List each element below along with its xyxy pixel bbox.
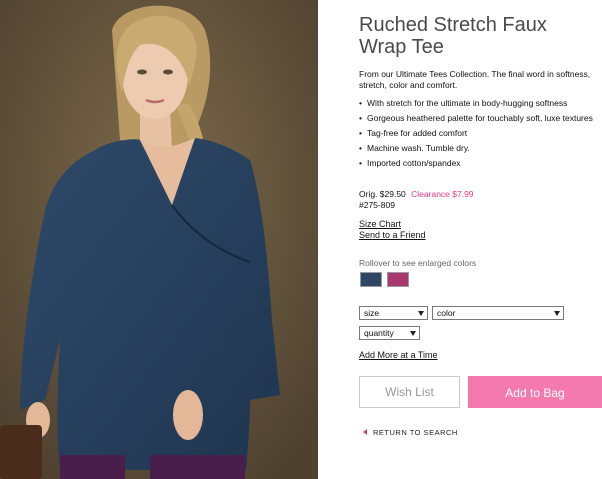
add-to-bag-button[interactable]: Add to Bag [468, 376, 602, 408]
price-line: Orig. $29.50 Clearance $7.99 [359, 189, 474, 199]
chevron-down-icon [554, 311, 560, 316]
color-swatch-berry[interactable] [387, 272, 409, 287]
product-sku: #275-809 [359, 200, 395, 210]
color-swatch-navy[interactable] [360, 272, 382, 287]
product-photo [0, 0, 318, 479]
send-to-friend-link[interactable]: Send to a Friend [359, 230, 426, 240]
product-description: From our Ultimate Tees Collection. The f… [359, 69, 591, 90]
clearance-price: Clearance $7.99 [411, 189, 474, 199]
return-to-search-label: RETURN TO SEARCH [373, 428, 458, 437]
size-select-value: size [364, 308, 380, 318]
feature-item: Gorgeous heathered palette for touchably… [359, 113, 595, 124]
original-price: Orig. $29.50 [359, 189, 406, 199]
wish-list-button[interactable]: Wish List [359, 376, 460, 408]
size-select[interactable]: size [359, 306, 428, 320]
feature-item: With stretch for the ultimate in body-hu… [359, 98, 595, 109]
arrow-left-icon [363, 429, 367, 435]
size-chart-link[interactable]: Size Chart [359, 219, 401, 229]
feature-list: With stretch for the ultimate in body-hu… [359, 98, 595, 173]
feature-item: Imported cotton/spandex [359, 158, 595, 169]
product-title-line2: Wrap Tee [359, 36, 444, 58]
quantity-select[interactable]: quantity [359, 326, 420, 340]
feature-item: Tag-free for added comfort [359, 128, 595, 139]
add-more-link[interactable]: Add More at a Time [359, 350, 438, 360]
color-select[interactable]: color [432, 306, 564, 320]
feature-item: Machine wash. Tumble dry. [359, 143, 595, 154]
quantity-select-value: quantity [364, 328, 394, 338]
product-title: Ruched Stretch Faux Wrap Tee [359, 14, 599, 58]
chevron-down-icon [410, 331, 416, 336]
product-title-line1: Ruched Stretch Faux [359, 14, 547, 36]
rollover-hint: Rollover to see enlarged colors [359, 258, 477, 268]
color-select-value: color [437, 308, 456, 318]
model-illustration [0, 0, 318, 479]
chevron-down-icon [418, 311, 424, 316]
return-to-search-link[interactable]: RETURN TO SEARCH [363, 428, 458, 437]
